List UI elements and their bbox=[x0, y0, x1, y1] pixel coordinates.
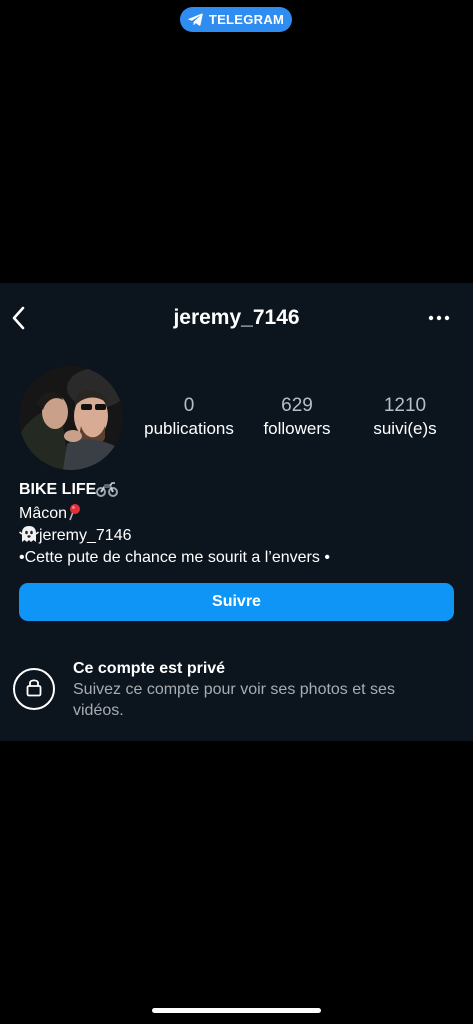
stat-following-label: suivi(e)s bbox=[373, 419, 437, 438]
bio-quote: •Cette pute de chance me sourit a l’enve… bbox=[19, 549, 330, 566]
telegram-plane-icon bbox=[188, 13, 203, 26]
stat-following[interactable]: 1210 suivi(e)s bbox=[365, 394, 445, 440]
bio-name-line: BIKE LIFE bbox=[19, 479, 459, 503]
bio-city-line: Mâcon bbox=[19, 503, 459, 525]
telegram-return-pill[interactable]: TELEGRAM bbox=[180, 7, 292, 32]
bio-name: BIKE LIFE bbox=[19, 481, 97, 498]
private-account-title: Ce compte est privé bbox=[73, 660, 226, 677]
stat-followers-value: 629 bbox=[281, 395, 313, 416]
bio-snap-line: jeremy_7146 bbox=[19, 525, 459, 547]
stat-followers-label: followers bbox=[263, 419, 331, 438]
stat-following-value: 1210 bbox=[383, 395, 427, 416]
more-horizontal-icon bbox=[427, 313, 451, 330]
home-indicator[interactable] bbox=[152, 1008, 321, 1013]
stat-followers[interactable]: 629 followers bbox=[254, 394, 340, 440]
profile-bio: BIKE LIFE Mâcon jeremy_7146 •Cette pute … bbox=[19, 479, 459, 569]
lock-icon bbox=[26, 677, 42, 702]
follow-button[interactable]: Suivre bbox=[19, 583, 454, 621]
bio-snap-handle: jeremy_7146 bbox=[39, 527, 132, 544]
telegram-label: TELEGRAM bbox=[208, 12, 285, 27]
stat-posts[interactable]: 0 publications bbox=[138, 394, 240, 440]
stat-posts-value: 0 bbox=[183, 395, 195, 416]
private-lock-badge bbox=[13, 668, 55, 710]
more-options-button[interactable] bbox=[427, 310, 451, 326]
motorcycle-icon bbox=[96, 481, 119, 504]
stat-posts-label: publications bbox=[144, 419, 234, 438]
profile-avatar[interactable] bbox=[19, 366, 123, 470]
profile-panel: jeremy_7146 0 publications 629 followers… bbox=[0, 283, 473, 741]
profile-username-title: jeremy_7146 bbox=[173, 306, 300, 329]
private-account-description: Suivez ce compte pour voir ses photos et… bbox=[73, 681, 395, 719]
bio-city: Mâcon bbox=[19, 505, 68, 522]
